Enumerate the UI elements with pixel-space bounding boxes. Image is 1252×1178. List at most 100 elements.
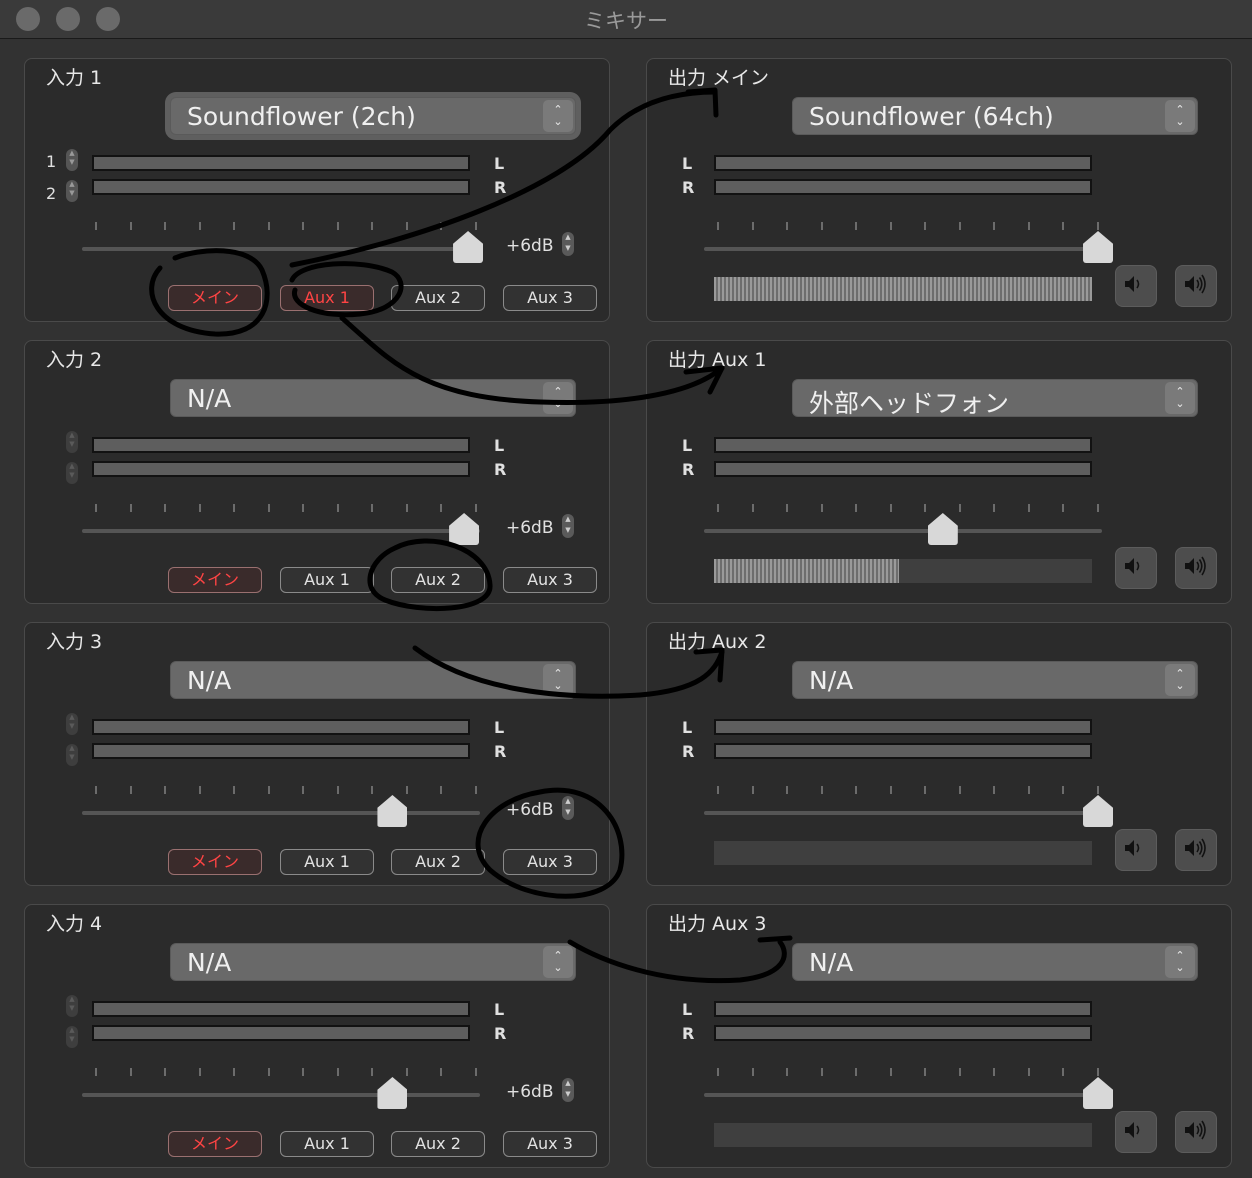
input-fader-knob[interactable] xyxy=(453,231,484,263)
output-device-select[interactable]: Soundflower (64ch) ⌃ ⌄ xyxy=(792,97,1198,135)
volume-up-button[interactable] xyxy=(1175,829,1217,871)
send-aux1-button[interactable]: Aux 1 xyxy=(280,849,374,875)
input-fader-track[interactable] xyxy=(82,811,480,815)
fader-tick xyxy=(1097,222,1099,230)
gain-value: +6dB xyxy=(506,236,554,256)
channel-2-stepper[interactable]: ▲ ▼ xyxy=(66,1026,78,1048)
send-aux2-button[interactable]: Aux 2 xyxy=(391,849,485,875)
right-level-meter xyxy=(92,743,470,759)
volume-up-button[interactable] xyxy=(1175,547,1217,589)
send-aux1-button[interactable]: Aux 1 xyxy=(280,567,374,593)
input-fader-track[interactable] xyxy=(82,529,480,533)
input-source-select[interactable]: N/A ⌃ ⌄ xyxy=(170,379,576,417)
fader-tick xyxy=(164,222,167,230)
fader-tick xyxy=(233,1068,236,1076)
fader-tick xyxy=(889,786,892,794)
send-aux3-button[interactable]: Aux 3 xyxy=(503,849,597,875)
right-channel-label: R xyxy=(682,460,695,479)
output-fader-knob[interactable] xyxy=(1083,1077,1114,1109)
gain-stepper[interactable]: ▲ ▼ xyxy=(562,232,574,256)
input-strip-4: 入力 4 N/A ⌃ ⌄ ▲ ▼ ▲ ▼ L R +6dB ▲ ▼ メイン Aux 1 Aux 2 Aux 3 xyxy=(24,904,610,1168)
channel-2-stepper[interactable]: ▲ ▼ xyxy=(66,180,78,202)
fader-tick xyxy=(233,786,236,794)
send-aux3-button[interactable]: Aux 3 xyxy=(503,1131,597,1157)
volume-up-button[interactable] xyxy=(1175,265,1217,307)
output-fader-track[interactable] xyxy=(704,811,1102,815)
fader-tick xyxy=(889,1068,892,1076)
right-level-meter xyxy=(92,461,470,477)
output-device-value: 外部ヘッドフォン xyxy=(809,389,1010,418)
output-device-select[interactable]: N/A ⌃ ⌄ xyxy=(792,943,1198,981)
fader-tick xyxy=(475,222,477,230)
output-device-value: Soundflower (64ch) xyxy=(809,102,1054,131)
fader-tick xyxy=(820,786,823,794)
fader-tick xyxy=(164,1068,167,1076)
output-device-select[interactable]: N/A ⌃ ⌄ xyxy=(792,661,1198,699)
right-channel-label: R xyxy=(494,742,507,761)
input-title: 入力 4 xyxy=(46,913,103,935)
fader-tick xyxy=(475,504,477,512)
input-fader-knob[interactable] xyxy=(377,795,408,827)
send-main-button[interactable]: メイン xyxy=(168,567,262,593)
send-main-button[interactable]: メイン xyxy=(168,849,262,875)
output-fader-track[interactable] xyxy=(704,529,1102,533)
fader-tick xyxy=(267,222,270,230)
left-level-meter xyxy=(714,719,1092,735)
output-fader-knob[interactable] xyxy=(1083,795,1114,827)
input-fader-track[interactable] xyxy=(82,1093,480,1097)
output-device-value: N/A xyxy=(809,666,854,695)
fader-tick xyxy=(786,504,789,512)
volume-down-button[interactable] xyxy=(1115,547,1157,589)
input-fader-knob[interactable] xyxy=(377,1077,408,1109)
fader-tick xyxy=(1097,1068,1099,1076)
send-aux3-button[interactable]: Aux 3 xyxy=(503,567,597,593)
fader-tick xyxy=(820,1068,823,1076)
input-strip-2: 入力 2 N/A ⌃ ⌄ ▲ ▼ ▲ ▼ L R +6dB ▲ ▼ メイン Aux 1 Aux 2 Aux 3 xyxy=(24,340,610,604)
gain-stepper[interactable]: ▲ ▼ xyxy=(562,796,574,820)
input-strip-3: 入力 3 N/A ⌃ ⌄ ▲ ▼ ▲ ▼ L R +6dB ▲ ▼ メイン Aux 1 Aux 2 Aux 3 xyxy=(24,622,610,886)
send-main-button[interactable]: メイン xyxy=(168,285,262,311)
input-source-select[interactable]: Soundflower (2ch) ⌃ ⌄ xyxy=(170,97,576,135)
channel-2-stepper[interactable]: ▲ ▼ xyxy=(66,744,78,766)
fader-tick xyxy=(1027,222,1030,230)
fader-scale xyxy=(717,504,1099,514)
gain-stepper[interactable]: ▲ ▼ xyxy=(562,514,574,538)
channel-1-stepper[interactable]: ▲ ▼ xyxy=(66,995,78,1017)
input-fader-track[interactable] xyxy=(82,247,480,251)
output-fader-knob[interactable] xyxy=(927,513,958,545)
gain-stepper[interactable]: ▲ ▼ xyxy=(562,1078,574,1102)
input-fader-knob[interactable] xyxy=(449,513,480,545)
send-aux2-button[interactable]: Aux 2 xyxy=(391,1131,485,1157)
output-level-bar xyxy=(714,841,1092,865)
fader-tick xyxy=(440,504,443,512)
fader-tick xyxy=(371,1068,374,1076)
channel-1-stepper[interactable]: ▲ ▼ xyxy=(66,713,78,735)
volume-down-button[interactable] xyxy=(1115,1111,1157,1153)
output-strip-1: 出力 メイン Soundflower (64ch) ⌃ ⌄ L R xyxy=(646,58,1232,322)
send-aux1-button[interactable]: Aux 1 xyxy=(280,285,374,311)
channel-2-stepper[interactable]: ▲ ▼ xyxy=(66,462,78,484)
input-source-value: N/A xyxy=(187,384,232,413)
volume-down-button[interactable] xyxy=(1115,829,1157,871)
input-source-select[interactable]: N/A ⌃ ⌄ xyxy=(170,943,576,981)
left-level-meter xyxy=(92,437,470,453)
fader-tick xyxy=(95,1068,97,1076)
volume-down-button[interactable] xyxy=(1115,265,1157,307)
fader-tick xyxy=(1062,222,1065,230)
input-source-value: N/A xyxy=(187,666,232,695)
send-aux1-button[interactable]: Aux 1 xyxy=(280,1131,374,1157)
send-aux2-button[interactable]: Aux 2 xyxy=(391,285,485,311)
input-source-select[interactable]: N/A ⌃ ⌄ xyxy=(170,661,576,699)
output-device-select[interactable]: 外部ヘッドフォン ⌃ ⌄ xyxy=(792,379,1198,418)
fader-tick xyxy=(233,222,236,230)
left-channel-label: L xyxy=(682,1000,693,1019)
channel-1-stepper[interactable]: ▲ ▼ xyxy=(66,149,78,171)
send-aux2-button[interactable]: Aux 2 xyxy=(391,567,485,593)
send-aux3-button[interactable]: Aux 3 xyxy=(503,285,597,311)
volume-up-button[interactable] xyxy=(1175,1111,1217,1153)
output-fader-knob[interactable] xyxy=(1083,231,1114,263)
output-fader-track[interactable] xyxy=(704,247,1102,251)
output-fader-track[interactable] xyxy=(704,1093,1102,1097)
channel-1-stepper[interactable]: ▲ ▼ xyxy=(66,431,78,453)
send-main-button[interactable]: メイン xyxy=(168,1131,262,1157)
